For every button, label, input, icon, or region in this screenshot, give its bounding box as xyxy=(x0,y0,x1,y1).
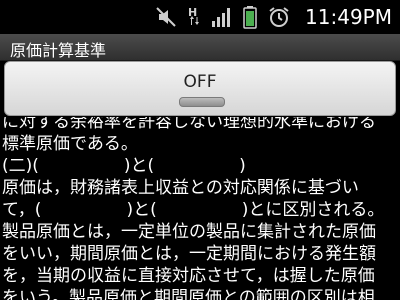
text-line: に対する余裕率を許容しない理想的水準における xyxy=(2,117,376,132)
text-line: 製品原価とは，一定単位の製品に集計された原価 xyxy=(2,222,376,242)
text-line: (二)( )と( ) xyxy=(2,156,246,176)
app-title-bar: 原価計算基準 xyxy=(0,34,400,61)
mute-icon xyxy=(155,5,177,29)
text-line: 標準原価である。 xyxy=(2,134,138,154)
toggle-button[interactable]: OFF xyxy=(4,61,396,116)
app-screen: H 11:49PM 原価計算基準 OFF に対する余裕率を許容しない理想的水準に… xyxy=(0,0,400,300)
text-line: 原価は，財務諸表上収益との対応関係に基づい xyxy=(2,178,359,198)
status-icons: H 11:49PM xyxy=(155,0,400,34)
app-title: 原価計算基準 xyxy=(10,41,107,60)
text-line: をいい，期間原価とは，一定期間における発生額 xyxy=(2,244,376,264)
toggle-indicator xyxy=(179,97,225,107)
status-bar: H 11:49PM xyxy=(0,0,400,34)
signal-icon xyxy=(211,5,233,29)
content-text-area[interactable]: に対する余裕率を許容しない理想的水準における 標準原価である。 (二)( )と(… xyxy=(0,117,400,300)
battery-icon xyxy=(243,5,257,29)
hsdpa-icon: H xyxy=(187,5,201,29)
status-time: 11:49PM xyxy=(305,5,392,29)
toggle-label: OFF xyxy=(183,72,217,92)
text-line: て，( )と( )とに区別される。 xyxy=(2,200,385,220)
text-line: をいう。製品原価と期間原価との範囲の区別は相 xyxy=(2,288,375,300)
text-line: を，当期の収益に直接対応させて，は握した原価 xyxy=(2,266,375,286)
alarm-icon xyxy=(267,5,291,29)
